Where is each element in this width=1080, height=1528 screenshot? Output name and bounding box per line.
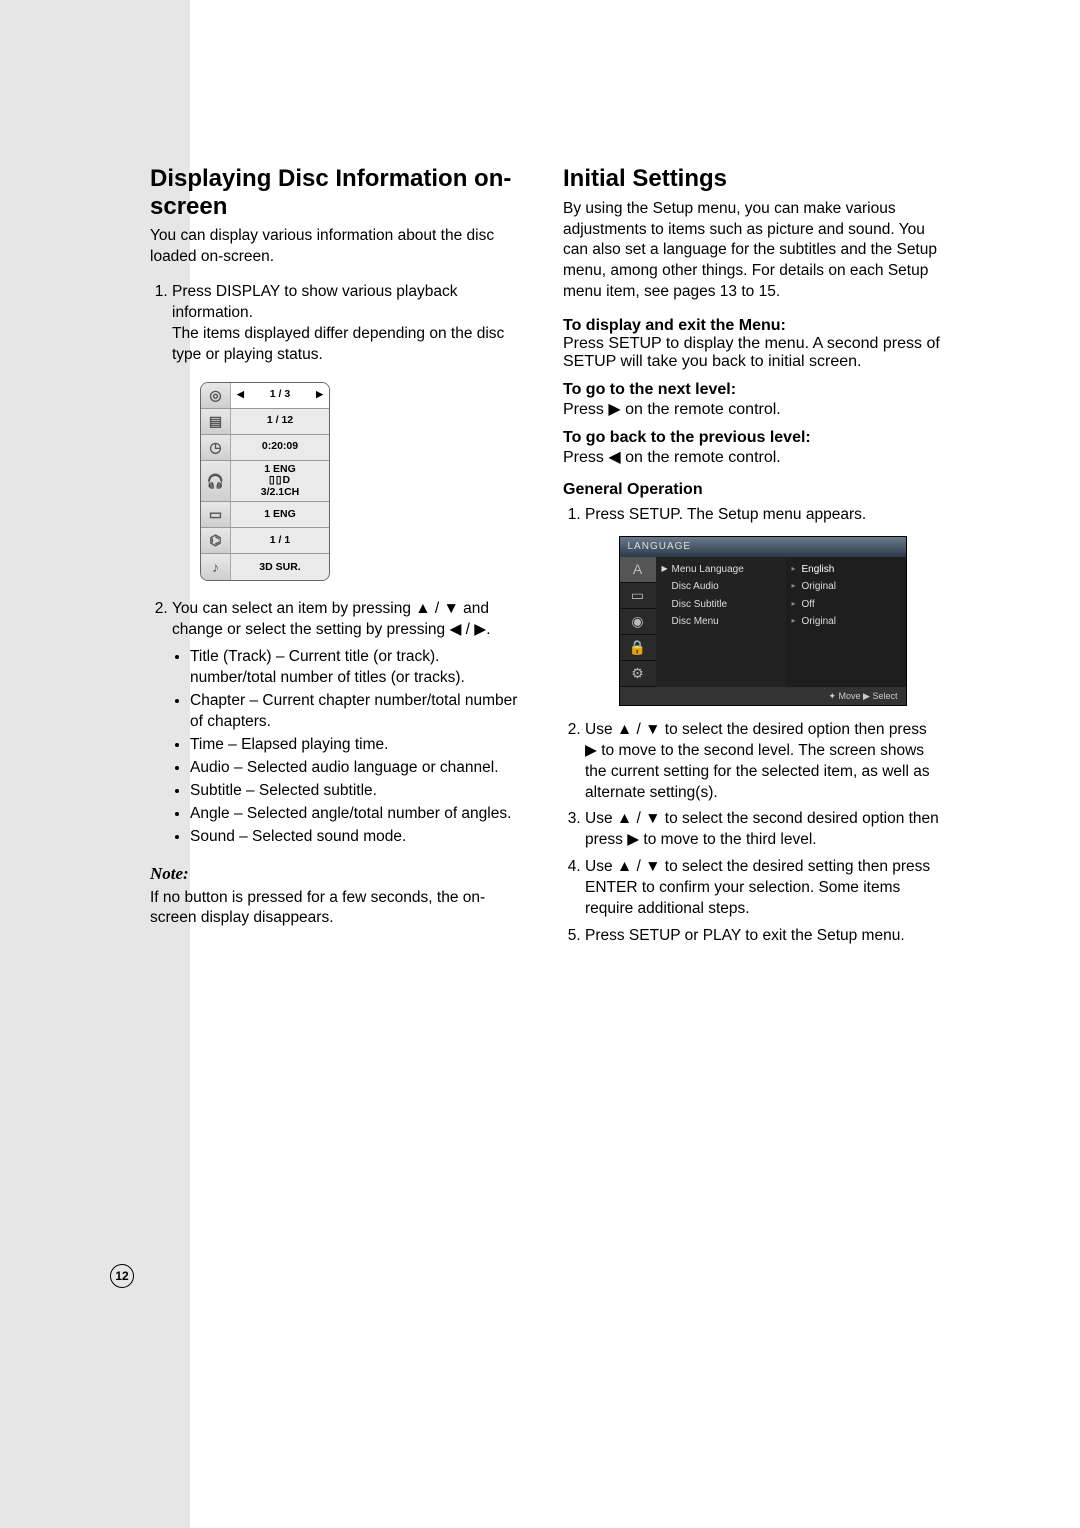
osd-subtitle-value: 1 ENG (231, 502, 329, 527)
gen-step-5: Press SETUP or PLAY to exit the Setup me… (585, 926, 940, 947)
clock-icon: ◷ (201, 435, 231, 460)
inst3-text: Press ◀ on the remote control. (563, 449, 781, 466)
setup-item-2: Disc Audio (672, 580, 719, 594)
right-heading: Initial Settings (563, 165, 940, 193)
inst2-h: To go to the next level: (563, 381, 940, 399)
osd-time-value: 0:20:09 (231, 435, 329, 460)
inst2-text: Press ▶ on the remote control. (563, 401, 781, 418)
setup-value-1: English (802, 563, 835, 577)
content-area: Displaying Disc Information on-screen Yo… (150, 165, 940, 957)
osd-row-sound: ♪ 3D SUR. (201, 554, 329, 580)
bullet-time: Time – Elapsed playing time. (190, 735, 527, 756)
setup-item-4: Disc Menu (672, 615, 719, 629)
tab-display-icon: ▭ (620, 583, 656, 609)
osd-title-value: 1 / 3 (270, 389, 290, 401)
osd-title-left-arrow: ◀ (237, 390, 244, 400)
setup-menu-screenshot: LANGUAGE A ▭ ◉ 🔒 ⚙ ▶Menu Language (619, 536, 907, 706)
left-bullets: Title (Track) – Current title (or track)… (172, 647, 527, 847)
inst1-h: To display and exit the Menu: (563, 317, 940, 335)
inst-next-level: To go to the next level: Press ▶ on the … (563, 381, 940, 419)
inst-display-exit: To display and exit the Menu: Press SETU… (563, 317, 940, 371)
osd-row-audio: 🎧 1 ENG ▯▯D 3/2.1CH (201, 461, 329, 503)
tab-others-icon: ⚙ (620, 661, 656, 687)
note-heading: Note: (150, 864, 527, 884)
setup-menu-title: LANGUAGE (620, 537, 906, 557)
setup-item-3: Disc Subtitle (672, 598, 728, 612)
osd-sound-value: 3D SUR. (231, 554, 329, 580)
general-operation-heading: General Operation (563, 481, 940, 499)
gen-step-1: Press SETUP. The Setup menu appears. LAN… (585, 505, 940, 706)
bullet-angle: Angle – Selected angle/total number of a… (190, 804, 527, 825)
right-steps: Press SETUP. The Setup menu appears. LAN… (563, 505, 940, 947)
headphones-icon: 🎧 (201, 461, 231, 502)
manual-page: Displaying Disc Information on-screen Yo… (0, 0, 1080, 1528)
bullet-subtitle: Subtitle – Selected subtitle. (190, 781, 527, 802)
left-step-2: You can select an item by pressing ▲ / ▼… (172, 599, 527, 847)
bullet-chapter: Chapter – Current chapter number/total n… (190, 691, 527, 733)
right-column: Initial Settings By using the Setup menu… (563, 165, 940, 957)
left-column: Displaying Disc Information on-screen Yo… (150, 165, 527, 957)
setup-value-2: Original (802, 580, 836, 594)
setup-values-column: ▸English ▸Original ▸Off ▸Original (786, 557, 906, 687)
left-intro: You can display various information abou… (150, 226, 527, 268)
left-heading: Displaying Disc Information on-screen (150, 165, 527, 220)
left-step-1: Press DISPLAY to show various playback i… (172, 282, 527, 581)
osd-row-angle: ⌬ 1 / 1 (201, 528, 329, 554)
chapter-icon: ▤ (201, 409, 231, 434)
left-step-2-text: You can select an item by pressing ▲ / ▼… (172, 600, 491, 638)
note-text: If no button is pressed for a few second… (150, 888, 527, 930)
inst-prev-level: To go back to the previous level: Press … (563, 429, 940, 467)
osd-angle-value: 1 / 1 (231, 528, 329, 553)
left-step-1a: Press DISPLAY to show various playback i… (172, 283, 457, 321)
disc-icon: ◎ (201, 383, 231, 408)
page-number: 12 (110, 1264, 134, 1288)
osd-audio-line3: 3/2.1CH (261, 487, 300, 499)
gen-step-4: Use ▲ / ▼ to select the desired setting … (585, 857, 940, 920)
setup-item-1: Menu Language (672, 563, 744, 577)
setup-footer-hint: ✦ Move ▶ Select (620, 687, 906, 705)
right-intro: By using the Setup menu, you can make va… (563, 199, 940, 304)
inst3-h: To go back to the previous level: (563, 429, 940, 447)
gen-step-2: Use ▲ / ▼ to select the desired option t… (585, 720, 940, 804)
setup-items-column: ▶Menu Language Disc Audio Disc Subtitle … (656, 557, 786, 687)
osd-row-chapter: ▤ 1 / 12 (201, 409, 329, 435)
bullet-title: Title (Track) – Current title (or track)… (190, 647, 527, 689)
osd-chapter-value: 1 / 12 (231, 409, 329, 434)
sound-icon: ♪ (201, 554, 231, 580)
tab-language-icon: A (620, 557, 656, 583)
osd-panel: ◎ ◀ 1 / 3 ▶ ▤ 1 / 12 ◷ (200, 382, 330, 582)
tab-lock-icon: 🔒 (620, 635, 656, 661)
subtitle-icon: ▭ (201, 502, 231, 527)
camera-icon: ⌬ (201, 528, 231, 553)
gen-step-3: Use ▲ / ▼ to select the second desired o… (585, 809, 940, 851)
inst1-text: Press SETUP to display the menu. A secon… (563, 335, 940, 370)
setup-tabs: A ▭ ◉ 🔒 ⚙ (620, 557, 656, 687)
osd-title-right-arrow: ▶ (316, 390, 323, 400)
osd-row-subtitle: ▭ 1 ENG (201, 502, 329, 528)
left-steps: Press DISPLAY to show various playback i… (150, 282, 527, 847)
setup-value-3: Off (802, 598, 815, 612)
setup-value-4: Original (802, 615, 836, 629)
gen-step-1-text: Press SETUP. The Setup menu appears. (585, 506, 866, 523)
osd-row-title: ◎ ◀ 1 / 3 ▶ (201, 383, 329, 409)
osd-row-time: ◷ 0:20:09 (201, 435, 329, 461)
tab-audio-icon: ◉ (620, 609, 656, 635)
bullet-sound: Sound – Selected sound mode. (190, 827, 527, 848)
left-step-1b: The items displayed differ depending on … (172, 325, 504, 363)
bullet-audio: Audio – Selected audio language or chann… (190, 758, 527, 779)
